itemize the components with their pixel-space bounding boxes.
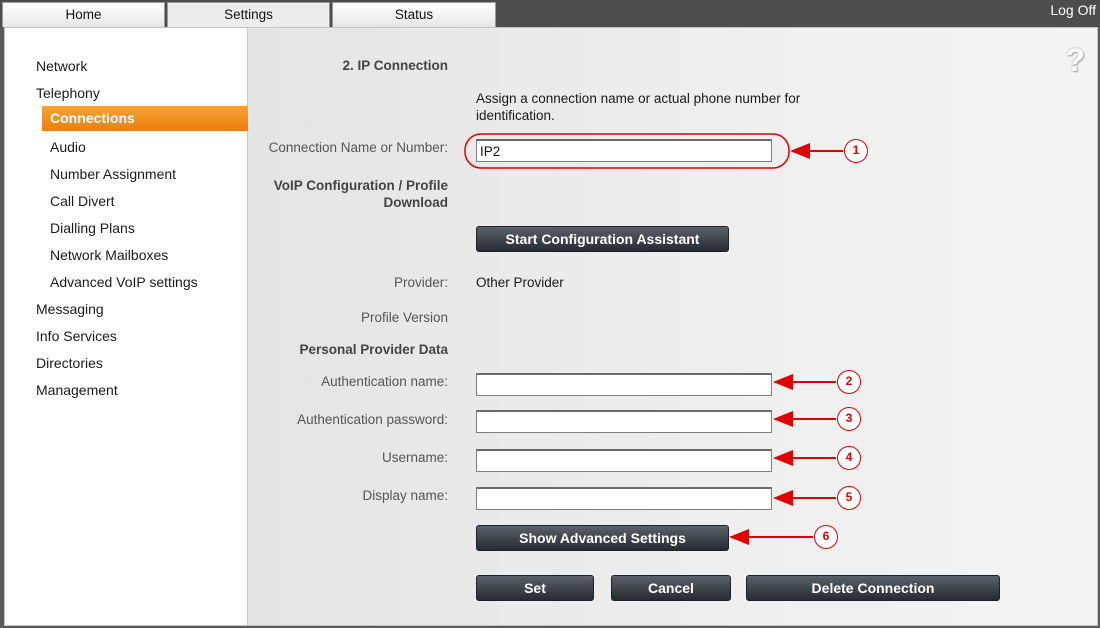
- provider-value: Other Provider: [476, 275, 564, 290]
- voip-config-label-line2: Download: [383, 195, 449, 210]
- connection-name-label: Connection Name or Number:: [268, 140, 448, 155]
- main-frame: Network Telephony Connections Audio Numb…: [4, 27, 1098, 626]
- callout-1: 1: [844, 139, 868, 163]
- voip-config-label-line1: VoIP Configuration / Profile: [273, 178, 448, 193]
- instructions-line1: Assign a connection name or actual phone…: [476, 91, 801, 106]
- callout-4: 4: [837, 446, 861, 470]
- sidebar-item-network[interactable]: Network: [36, 58, 87, 74]
- tab-home[interactable]: Home: [2, 2, 165, 27]
- sidebar-item-call-divert[interactable]: Call Divert: [50, 193, 115, 209]
- sidebar-item-management[interactable]: Management: [36, 382, 118, 398]
- start-configuration-assistant-button[interactable]: Start Configuration Assistant: [476, 226, 729, 252]
- content-panel: ? 2. IP Connection Assign a connection n…: [248, 28, 1097, 625]
- instructions-line2: identification.: [476, 108, 555, 123]
- sidebar-item-messaging[interactable]: Messaging: [36, 301, 104, 317]
- section-title: 2. IP Connection: [342, 58, 448, 73]
- auth-password-label: Authentication password:: [297, 412, 448, 427]
- connection-name-input[interactable]: [476, 139, 772, 162]
- auth-password-input[interactable]: [476, 410, 772, 433]
- provider-label: Provider:: [393, 275, 448, 290]
- callout-2: 2: [837, 370, 861, 394]
- cancel-button[interactable]: Cancel: [611, 575, 731, 601]
- sidebar-item-connections[interactable]: Connections: [42, 106, 252, 131]
- username-input[interactable]: [476, 449, 772, 472]
- auth-name-label: Authentication name:: [321, 374, 448, 389]
- show-advanced-settings-button[interactable]: Show Advanced Settings: [476, 525, 729, 551]
- tab-settings[interactable]: Settings: [167, 2, 330, 28]
- auth-name-input[interactable]: [476, 373, 772, 396]
- sidebar-item-directories[interactable]: Directories: [36, 355, 103, 371]
- sidebar-item-number-assignment[interactable]: Number Assignment: [50, 166, 176, 182]
- personal-data-title: Personal Provider Data: [299, 342, 448, 357]
- callout-3: 3: [837, 407, 861, 431]
- callout-6: 6: [814, 525, 838, 549]
- logoff-link[interactable]: Log Off: [1050, 2, 1096, 18]
- sidebar-item-audio[interactable]: Audio: [50, 139, 86, 155]
- profile-version-label: Profile Version: [360, 310, 448, 325]
- help-icon[interactable]: ?: [1065, 42, 1085, 79]
- sidebar-item-advanced-voip[interactable]: Advanced VoIP settings: [50, 274, 198, 290]
- sidebar-item-info-services[interactable]: Info Services: [36, 328, 117, 344]
- display-name-label: Display name:: [362, 488, 448, 503]
- sidebar-item-telephony[interactable]: Telephony: [36, 85, 100, 101]
- sidebar: Network Telephony Connections Audio Numb…: [5, 28, 252, 625]
- tab-status[interactable]: Status: [332, 2, 496, 27]
- username-label: Username:: [381, 450, 448, 465]
- sidebar-item-dialling-plans[interactable]: Dialling Plans: [50, 220, 135, 236]
- callout-5: 5: [837, 486, 861, 510]
- sidebar-item-network-mailboxes[interactable]: Network Mailboxes: [50, 247, 168, 263]
- delete-connection-button[interactable]: Delete Connection: [746, 575, 1000, 601]
- display-name-input[interactable]: [476, 487, 772, 510]
- set-button[interactable]: Set: [476, 575, 594, 601]
- top-bar: Home Settings Status Log Off: [0, 0, 1100, 28]
